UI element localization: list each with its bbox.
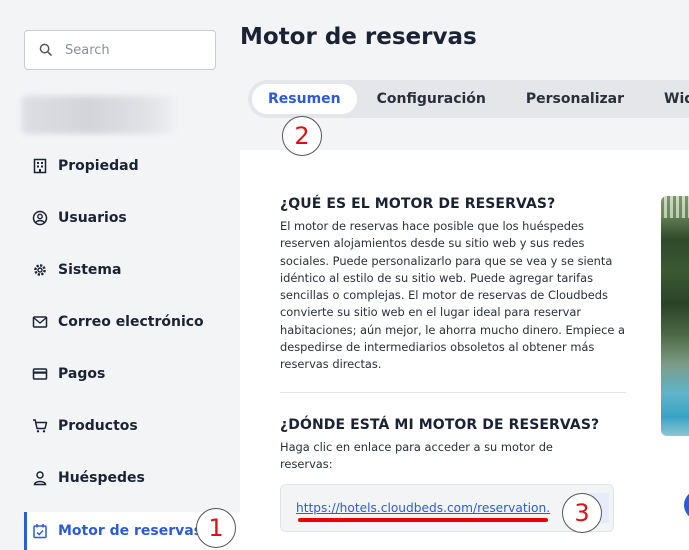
sidebar-item-label: Huéspedes <box>58 470 145 486</box>
sidebar-item-label: Pagos <box>58 366 106 382</box>
section-heading-what: ¿QUÉ ES EL MOTOR DE RESERVAS? <box>280 196 556 212</box>
sidebar-item-label: Motor de reservas <box>58 523 203 539</box>
sidebar-item-label: Correo electrónico <box>58 314 204 330</box>
sidebar-item-sistema[interactable]: Sistema <box>24 244 240 296</box>
section-divider <box>280 392 626 393</box>
tab-bar: Resumen Configuración Personalizar Widge… <box>248 80 689 118</box>
sidebar-item-huespedes[interactable]: Huéspedes <box>24 452 240 504</box>
property-name-blurred <box>22 96 174 134</box>
tab-configuracion[interactable]: Configuración <box>357 84 506 114</box>
page-title: Motor de reservas <box>240 24 477 50</box>
content-panel: ¿QUÉ ES EL MOTOR DE RESERVAS? El motor d… <box>240 150 689 550</box>
sidebar-nav: Propiedad Usuarios Sistema Correo electr… <box>24 140 240 550</box>
search-box[interactable] <box>24 30 216 70</box>
hotel-photo <box>661 196 689 436</box>
envelope-icon <box>32 314 48 330</box>
gear-icon <box>32 262 48 278</box>
section-heading-where: ¿DÓNDE ESTÁ MI MOTOR DE RESERVAS? <box>280 417 600 433</box>
sidebar-item-pagos[interactable]: Pagos <box>24 348 240 400</box>
credit-card-icon <box>32 366 48 382</box>
sidebar-item-label: Productos <box>58 418 138 434</box>
section-text-what: El motor de reservas hace posible que lo… <box>280 219 626 372</box>
person-icon <box>32 470 48 486</box>
sidebar-item-correo[interactable]: Correo electrónico <box>24 296 240 348</box>
tab-resumen[interactable]: Resumen <box>252 84 357 114</box>
search-input[interactable] <box>65 42 195 58</box>
booking-engine-link[interactable]: https://hotels.cloudbeds.com/reservation… <box>296 501 550 515</box>
tab-widget[interactable]: Widget <box>644 84 689 114</box>
sidebar-item-propiedad[interactable]: Propiedad <box>24 140 240 192</box>
sidebar-item-productos[interactable]: Productos <box>24 400 240 452</box>
annotation-step-1: 1 <box>196 508 236 548</box>
sidebar-item-label: Usuarios <box>58 210 127 226</box>
sidebar-item-label: Sistema <box>58 262 122 278</box>
annotation-underline <box>298 518 548 522</box>
sidebar-item-usuarios[interactable]: Usuarios <box>24 192 240 244</box>
annotation-step-3: 3 <box>562 493 602 533</box>
tab-personalizar[interactable]: Personalizar <box>506 84 644 114</box>
calendar-check-icon <box>32 523 48 539</box>
user-circle-icon <box>32 210 48 226</box>
section-text-where: Haga clic en enlace para acceder a su mo… <box>280 440 553 472</box>
cart-icon <box>32 418 48 434</box>
building-icon <box>32 158 48 174</box>
sidebar-item-label: Propiedad <box>58 158 139 174</box>
search-icon <box>39 41 52 60</box>
sidebar: Propiedad Usuarios Sistema Correo electr… <box>0 0 240 550</box>
annotation-step-2: 2 <box>282 116 322 156</box>
